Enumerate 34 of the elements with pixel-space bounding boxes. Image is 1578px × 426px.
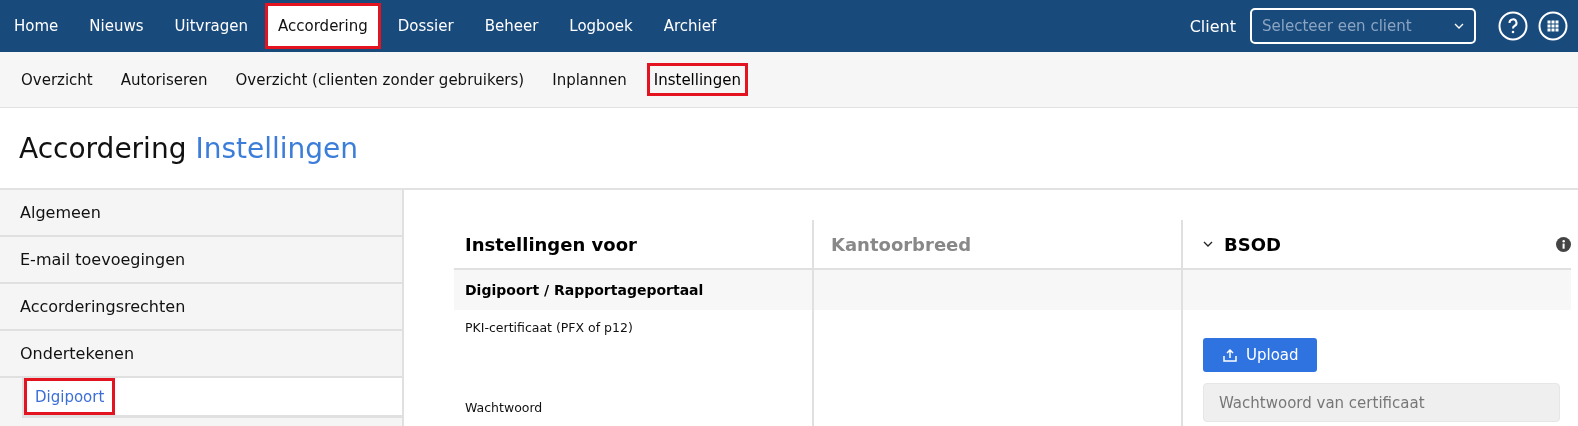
subnav-tab[interactable]: Inplannen (538, 63, 641, 96)
nav-tab[interactable]: Uitvragen (160, 3, 263, 49)
page-subheading: Instellingen (195, 131, 359, 165)
subnav-tab[interactable]: Instellingen (646, 63, 748, 96)
setting-label: PKI-certificaat (PFX of p12) (465, 320, 633, 335)
page-heading: Accordering (19, 131, 187, 165)
column-header: Instellingen voor (465, 233, 637, 255)
setting-label: Wachtwoord (465, 400, 543, 415)
subnav-tab[interactable]: Overzicht (clienten zonder gebruikers) (221, 63, 539, 96)
client-select[interactable]: Selecteer een client (1250, 8, 1476, 44)
section-title: Digipoort / Rapportageportaal (454, 270, 812, 310)
info-icon[interactable] (1556, 236, 1571, 252)
password-field[interactable]: Wachtwoord van certificaat (1203, 383, 1560, 422)
client-label: Client (1189, 16, 1236, 36)
upload-button[interactable]: Upload (1203, 338, 1317, 372)
chevron-down-icon (1454, 23, 1464, 29)
nav-tab[interactable]: Beheer (470, 3, 553, 49)
nav-tab[interactable]: Nieuws (75, 3, 158, 49)
sidebar-item[interactable]: E-mail toevoegingen (0, 237, 402, 284)
sidebar-item[interactable]: Accorderingsrechten (0, 284, 402, 331)
nav-tab[interactable]: Logboek (555, 3, 647, 49)
sidebar-item[interactable]: Algemeen (0, 190, 402, 237)
nav-tab[interactable]: Accordering (265, 3, 381, 49)
nav-tab[interactable]: Home (0, 3, 73, 49)
subnav-tab[interactable]: Autoriseren (106, 63, 222, 96)
nav-tab[interactable]: Archief (649, 3, 731, 49)
column-header: BSOD (1224, 233, 1281, 255)
subnav-tab[interactable]: Overzicht (7, 63, 107, 96)
chevron-down-icon[interactable] (1203, 239, 1213, 249)
column-header: Kantoorbreed (831, 233, 972, 255)
upload-icon (1223, 348, 1237, 362)
nav-tab[interactable]: Dossier (383, 3, 468, 49)
apps-grid-icon[interactable] (1538, 11, 1568, 41)
help-icon[interactable] (1498, 11, 1528, 41)
